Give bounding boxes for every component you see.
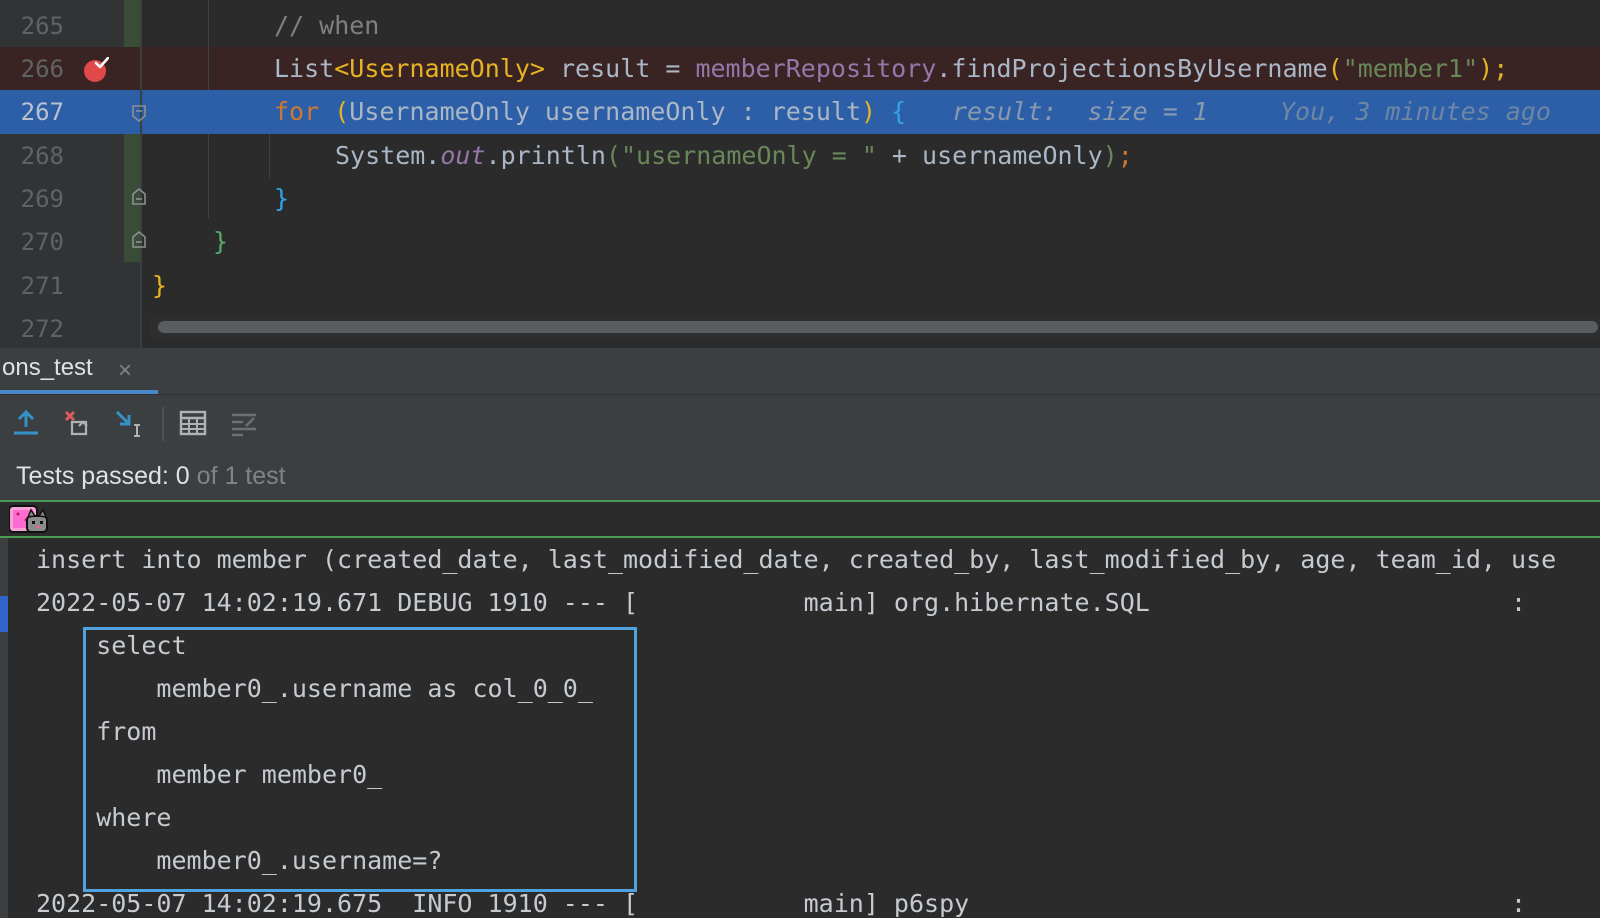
indent-guide (269, 134, 270, 178)
gutter-separator (140, 0, 142, 348)
code-line-268[interactable]: 268 System.out.println("usernameOnly = "… (0, 134, 1600, 178)
indent-guide (208, 0, 209, 90)
scrollbar-thumb[interactable] (158, 321, 1598, 333)
closing-brace: } (213, 227, 229, 256)
line-number: 269 (20, 185, 64, 213)
test-progress-bar (0, 502, 1600, 538)
paren-token: ( (319, 97, 350, 126)
paren-token: ) (861, 97, 877, 126)
tab-label: ons_test (2, 354, 93, 381)
toolbar-separator (162, 407, 164, 441)
paren-token: ) (1102, 141, 1118, 170)
code-text: // when (274, 4, 379, 48)
line-number: 268 (20, 142, 64, 170)
paren-token: ); (1478, 54, 1509, 83)
method-token: .println (485, 141, 606, 170)
closing-brace: } (274, 184, 290, 213)
console-gutter (0, 538, 8, 918)
code-text: List<UsernameOnly> result = memberReposi… (274, 47, 1508, 91)
indent-guide (208, 134, 209, 218)
console-scroll-marker (0, 596, 8, 632)
keyword-token: for (274, 97, 320, 126)
line-number: 265 (20, 12, 64, 40)
brace-token: { (876, 97, 907, 126)
static-field-token: out (440, 141, 486, 170)
tool-window-tab-bar: ons_test × (0, 348, 1600, 394)
horizontal-scrollbar[interactable] (150, 316, 1600, 338)
class-token: System. (335, 141, 441, 170)
debug-inline-value[interactable]: result: size = 1 (952, 90, 1208, 134)
line-number: 270 (20, 228, 64, 256)
string-token: "usernameOnly = " (621, 141, 877, 170)
export-icon[interactable] (11, 408, 41, 438)
type-token: List (274, 54, 335, 83)
code-editor[interactable]: 265 // when 266 List<UsernameOnly> resul… (0, 0, 1600, 348)
fold-open-icon[interactable] (131, 104, 147, 122)
semicolon-token: ; (1117, 141, 1133, 170)
method-token: .findProjectionsByUsername (936, 54, 1328, 83)
string-token: "member1" (1342, 54, 1479, 83)
sql-highlight-box (83, 627, 637, 892)
nyan-cat-icon (9, 505, 48, 533)
variable-token: result = (544, 54, 696, 83)
paren-token: ( (1327, 54, 1343, 83)
breakpoint-verified-icon[interactable] (83, 57, 109, 83)
closing-brace: } (152, 271, 168, 300)
console-line: insert into member (created_date, last_m… (36, 545, 1557, 574)
stop-rerun-icon[interactable] (62, 408, 92, 438)
paren-token: ( (605, 141, 621, 170)
code-line-267[interactable]: 267 for (UsernameOnly usernameOnly : res… (0, 90, 1600, 134)
code-text: System.out.println("usernameOnly = " + u… (335, 134, 1133, 178)
code-text: for (UsernameOnly usernameOnly : result)… (274, 90, 906, 134)
line-number: 272 (20, 315, 64, 343)
settings-list-icon[interactable] (229, 408, 259, 438)
field-token: memberRepository (695, 54, 937, 83)
code-line-265[interactable]: 265 // when (0, 4, 1600, 48)
code-line-270[interactable]: 270 } (0, 220, 1600, 264)
fold-close-icon[interactable] (131, 188, 147, 206)
close-icon[interactable]: × (118, 357, 132, 385)
test-runner-toolbar (0, 394, 1600, 452)
fold-close-icon[interactable] (131, 231, 147, 249)
test-status-bar: Tests passed: 0 of 1 test (0, 452, 1600, 502)
line-number: 267 (20, 98, 64, 126)
variable-token: + usernameOnly (876, 141, 1103, 170)
console-line: 2022-05-07 14:02:19.671 DEBUG 1910 --- [… (36, 588, 1527, 617)
loop-expression: UsernameOnly usernameOnly : result (349, 97, 862, 126)
run-tab[interactable]: ons_test × (0, 348, 158, 394)
generic-token: <UsernameOnly> (334, 54, 545, 83)
table-icon[interactable] (178, 408, 208, 438)
tests-status-text: Tests passed: 0 of 1 test (16, 462, 286, 491)
line-number: 271 (20, 272, 64, 300)
tests-passed-count: Tests passed: 0 (16, 462, 190, 490)
code-line-271[interactable]: 271 } (0, 264, 1600, 308)
git-blame-annotation[interactable]: You, 3 minutes ago (1280, 90, 1551, 134)
line-number: 266 (20, 55, 64, 83)
comment: // when (274, 11, 380, 40)
code-line-266[interactable]: 266 List<UsernameOnly> result = memberRe… (0, 47, 1600, 91)
tests-total-count: of 1 test (189, 462, 286, 490)
code-line-269[interactable]: 269 } (0, 177, 1600, 221)
import-icon[interactable] (113, 408, 143, 438)
